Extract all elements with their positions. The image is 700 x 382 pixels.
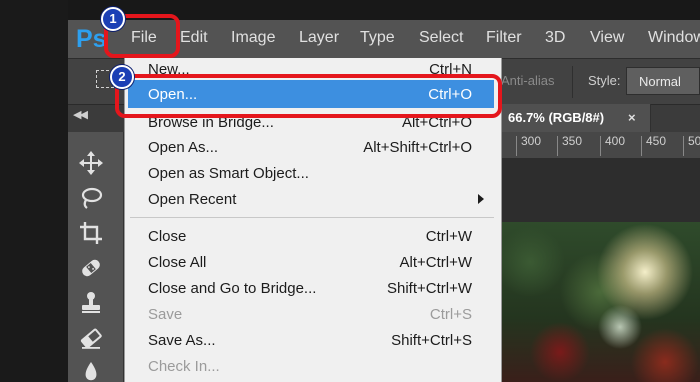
menu-item-close-all[interactable]: Close All — [148, 254, 206, 272]
ruler-tick: 450 — [646, 134, 667, 148]
menu-item-open-as[interactable]: Open As... — [148, 139, 218, 157]
ruler-mark — [516, 136, 517, 156]
menu-item-close-all-shortcut: Alt+Ctrl+W — [399, 254, 472, 271]
photoshop-window: Ps File Edit Image Layer Type Select Fil… — [0, 0, 700, 382]
close-tab-icon[interactable]: × — [628, 110, 636, 125]
menu-separator — [130, 217, 494, 218]
menu-item-open-as-smart-object[interactable]: Open as Smart Object... — [148, 165, 309, 183]
options-divider — [572, 66, 573, 98]
ruler-tick: 300 — [521, 134, 542, 148]
step-1-badge: 1 — [101, 7, 125, 31]
menu-item-close-and-go-to-bridge-shortcut: Shift+Ctrl+W — [386, 280, 472, 297]
ruler-tick: 400 — [605, 134, 626, 148]
collapse-panel-icon[interactable]: ◀◀ — [73, 108, 88, 121]
ruler-tick: 350 — [562, 134, 583, 148]
ruler-mark — [683, 136, 684, 156]
menu-filter[interactable]: Filter — [486, 28, 522, 48]
menu-item-open-recent[interactable]: Open Recent — [148, 191, 236, 209]
window-left-edge — [0, 0, 68, 382]
menu-layer[interactable]: Layer — [299, 28, 339, 48]
submenu-arrow-icon — [478, 194, 484, 204]
move-tool-icon[interactable] — [78, 150, 108, 176]
menu-image[interactable]: Image — [231, 28, 275, 48]
style-label: Style: — [588, 73, 621, 88]
menu-item-close-shortcut: Ctrl+W — [425, 228, 472, 245]
menu-select[interactable]: Select — [419, 28, 463, 48]
menu-window[interactable]: Window — [648, 28, 700, 48]
menu-item-save-shortcut: Ctrl+S — [429, 306, 472, 323]
menu-item-save: Save — [148, 306, 183, 323]
menu-view[interactable]: View — [590, 28, 624, 48]
style-select[interactable]: Normal — [626, 67, 700, 95]
ruler-mark — [641, 136, 642, 156]
ruler-mark — [557, 136, 558, 156]
clone-stamp-tool-icon[interactable] — [78, 290, 108, 316]
menu-item-close[interactable]: Close — [148, 228, 186, 246]
step-2-badge: 2 — [110, 65, 134, 89]
ruler-mark — [600, 136, 601, 156]
open-item-callout — [115, 74, 502, 118]
menu-item-save-as[interactable]: Save As... — [148, 332, 216, 350]
menu-3d[interactable]: 3D — [545, 28, 565, 48]
menu-item-open-as-shortcut: Alt+Shift+Ctrl+O — [363, 139, 472, 156]
menu-item-check-in: Check In... — [148, 358, 220, 375]
menu-item-close-and-go-to-bridge[interactable]: Close and Go to Bridge... — [148, 280, 316, 298]
ruler-tick: 500 — [688, 134, 700, 148]
menu-item-save-as-shortcut: Shift+Ctrl+S — [391, 332, 472, 349]
healing-brush-tool-icon[interactable] — [78, 255, 108, 281]
document-tab-label: 66.7% (RGB/8#) — [508, 110, 605, 125]
lasso-tool-icon[interactable] — [78, 185, 108, 211]
blur-tool-icon[interactable] — [78, 360, 108, 382]
eraser-tool-icon[interactable] — [78, 325, 108, 351]
antialias-label: Anti-alias — [501, 73, 555, 88]
document-image[interactable] — [500, 222, 700, 382]
menu-edit[interactable]: Edit — [180, 28, 208, 48]
menu-type[interactable]: Type — [360, 28, 395, 48]
crop-tool-icon[interactable] — [78, 220, 108, 246]
